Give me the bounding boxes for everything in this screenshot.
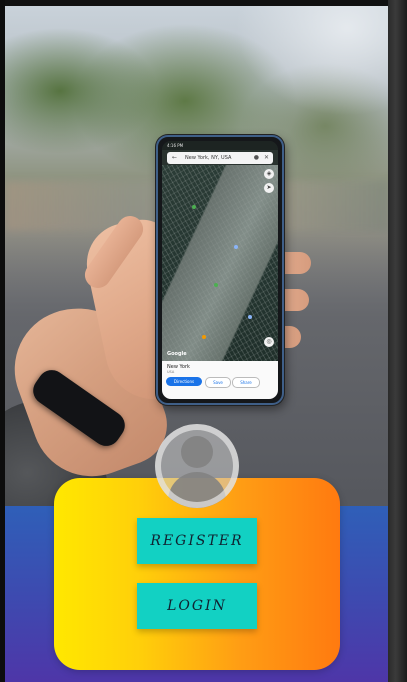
place-sheet: New York USA Directions Save Share xyxy=(162,361,278,399)
app-screen: 4:16 PM ← New York, NY, USA ● ✕ ◈ ➤ ◎ Go… xyxy=(5,6,388,682)
login-button[interactable]: LOGIN xyxy=(137,583,257,629)
map-pin xyxy=(192,205,196,209)
share-chip: Share xyxy=(232,377,260,388)
photo-phone: 4:16 PM ← New York, NY, USA ● ✕ ◈ ➤ ◎ Go… xyxy=(156,135,284,405)
register-button[interactable]: REGISTER xyxy=(137,518,257,564)
sky-glow xyxy=(235,6,388,116)
my-location-icon: ◎ xyxy=(264,337,274,347)
device-left-bezel xyxy=(0,0,5,682)
directions-chip: Directions xyxy=(166,377,202,386)
photo-phone-status-bar: 4:16 PM xyxy=(162,141,278,150)
map-pin xyxy=(202,335,206,339)
avatar-ring xyxy=(155,424,239,508)
mic-icon: ● xyxy=(253,154,259,161)
back-arrow-icon: ← xyxy=(172,154,178,161)
map-pin xyxy=(214,283,218,287)
user-avatar-icon xyxy=(155,424,239,508)
navigate-icon: ➤ xyxy=(264,183,274,193)
device-frame: 4:16 PM ← New York, NY, USA ● ✕ ◈ ➤ ◎ Go… xyxy=(0,0,407,682)
photo-phone-search-bar: ← New York, NY, USA ● ✕ xyxy=(167,152,273,164)
device-top-bezel xyxy=(0,0,388,6)
map-pin xyxy=(234,245,238,249)
close-icon: ✕ xyxy=(263,154,269,161)
map-pin xyxy=(248,315,252,319)
photo-phone-search-text: New York, NY, USA xyxy=(185,155,232,161)
device-side-edge xyxy=(388,0,407,682)
layers-icon: ◈ xyxy=(264,169,274,179)
photo-phone-map: ◈ ➤ ◎ xyxy=(162,165,278,365)
map-logo: Google xyxy=(167,351,187,357)
save-chip: Save xyxy=(205,377,231,388)
photo-phone-screen: 4:16 PM ← New York, NY, USA ● ✕ ◈ ➤ ◎ Go… xyxy=(162,141,278,399)
place-subtitle: USA xyxy=(167,370,175,374)
